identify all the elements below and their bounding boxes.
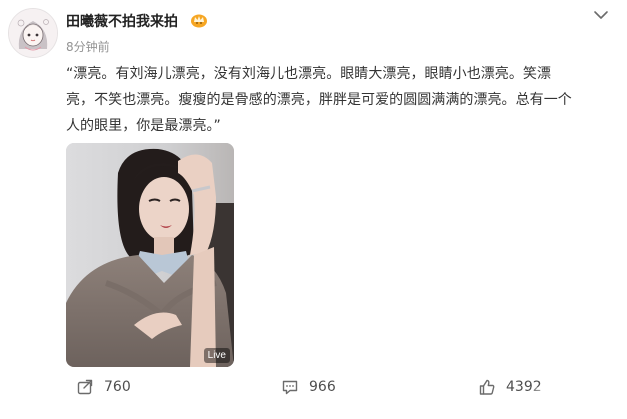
post-text: “漂亮。有刘海儿漂亮，没有刘海儿也漂亮。眼睛大漂亮，眼睛小也漂亮。笑漂 亮，不笑… bbox=[66, 61, 591, 139]
chevron-down-icon[interactable] bbox=[593, 8, 609, 22]
vip-crown-icon bbox=[191, 14, 207, 28]
post-text-line: 人的眼里，你是最漂亮。” bbox=[66, 118, 221, 134]
post-time: 8分钟前 bbox=[66, 40, 110, 54]
post-text-line: 亮，不笑也漂亮。瘦瘦的是骨感的漂亮，胖胖是可爱的圆圆满满的漂亮。总有一个 bbox=[66, 92, 572, 108]
photo-portrait bbox=[66, 143, 234, 367]
live-badge: Live bbox=[203, 348, 230, 363]
comment-count: 966 bbox=[309, 379, 336, 395]
post-text-line: “漂亮。有刘海儿漂亮，没有刘海儿也漂亮。眼睛大漂亮，眼睛小也漂亮。笑漂 bbox=[66, 66, 552, 82]
comment-icon bbox=[282, 380, 298, 395]
comment-button[interactable]: 966 bbox=[281, 377, 336, 397]
repost-button[interactable]: 760 bbox=[76, 377, 131, 397]
weibo-post-card: 田曦薇不拍我来拍 8分钟前 “漂亮。有刘海儿漂亮，没有刘海儿也漂亮。眼睛大漂亮，… bbox=[0, 0, 627, 419]
post-image[interactable]: Live bbox=[66, 143, 234, 367]
author-name[interactable]: 田曦薇不拍我来拍 bbox=[66, 11, 178, 31]
avatar-icon bbox=[9, 9, 57, 57]
repost-count: 760 bbox=[104, 379, 131, 395]
watermark-overlay bbox=[531, 387, 621, 415]
avatar[interactable] bbox=[8, 8, 58, 58]
thumbs-up-icon bbox=[479, 379, 495, 395]
share-icon bbox=[77, 379, 93, 395]
